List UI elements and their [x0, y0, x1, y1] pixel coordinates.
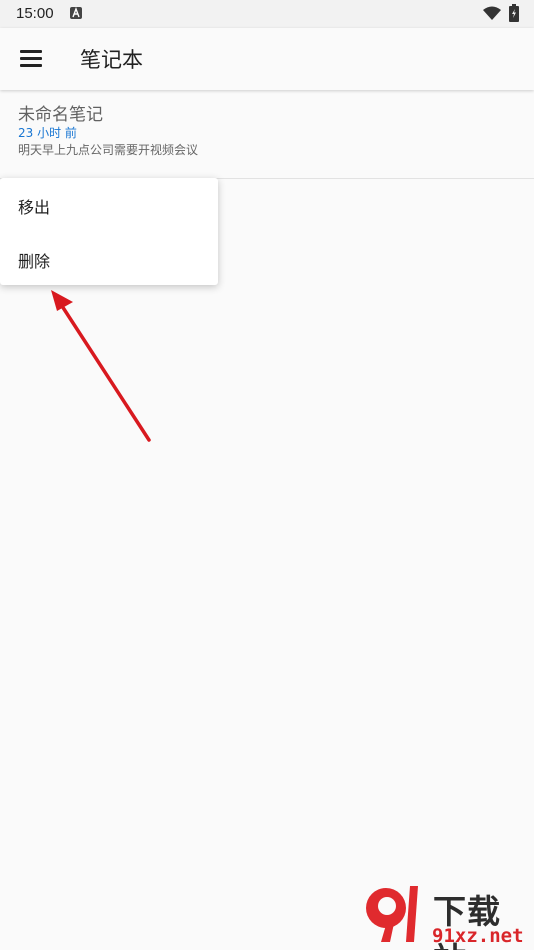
a-icon — [70, 7, 82, 19]
menu-item-label: 删除 — [18, 252, 51, 271]
status-time: 15:00 — [16, 5, 54, 22]
note-snippet: 明天早上九点公司需要开视频会议 — [18, 143, 199, 157]
note-timestamp: 23 小时 前 — [18, 126, 77, 140]
app-bar: 笔记本 — [0, 28, 534, 90]
delete-menu-item[interactable]: 删除 — [0, 232, 218, 285]
move-out-menu-item[interactable]: 移出 — [0, 178, 218, 231]
context-menu: 移出 删除 — [0, 178, 218, 285]
watermark-url: 91xz.net — [432, 925, 524, 947]
note-title: 未命名笔记 — [18, 105, 103, 125]
note-list-item[interactable]: 未命名笔记 23 小时 前 明天早上九点公司需要开视频会议 — [0, 92, 534, 179]
watermark-logo-icon — [366, 886, 418, 942]
battery-icon — [509, 4, 519, 22]
status-bar: 15:00 — [0, 0, 534, 28]
page-title: 笔记本 — [80, 48, 143, 72]
hamburger-menu-icon[interactable] — [20, 50, 42, 71]
menu-item-label: 移出 — [18, 198, 51, 217]
wifi-icon — [483, 6, 501, 20]
